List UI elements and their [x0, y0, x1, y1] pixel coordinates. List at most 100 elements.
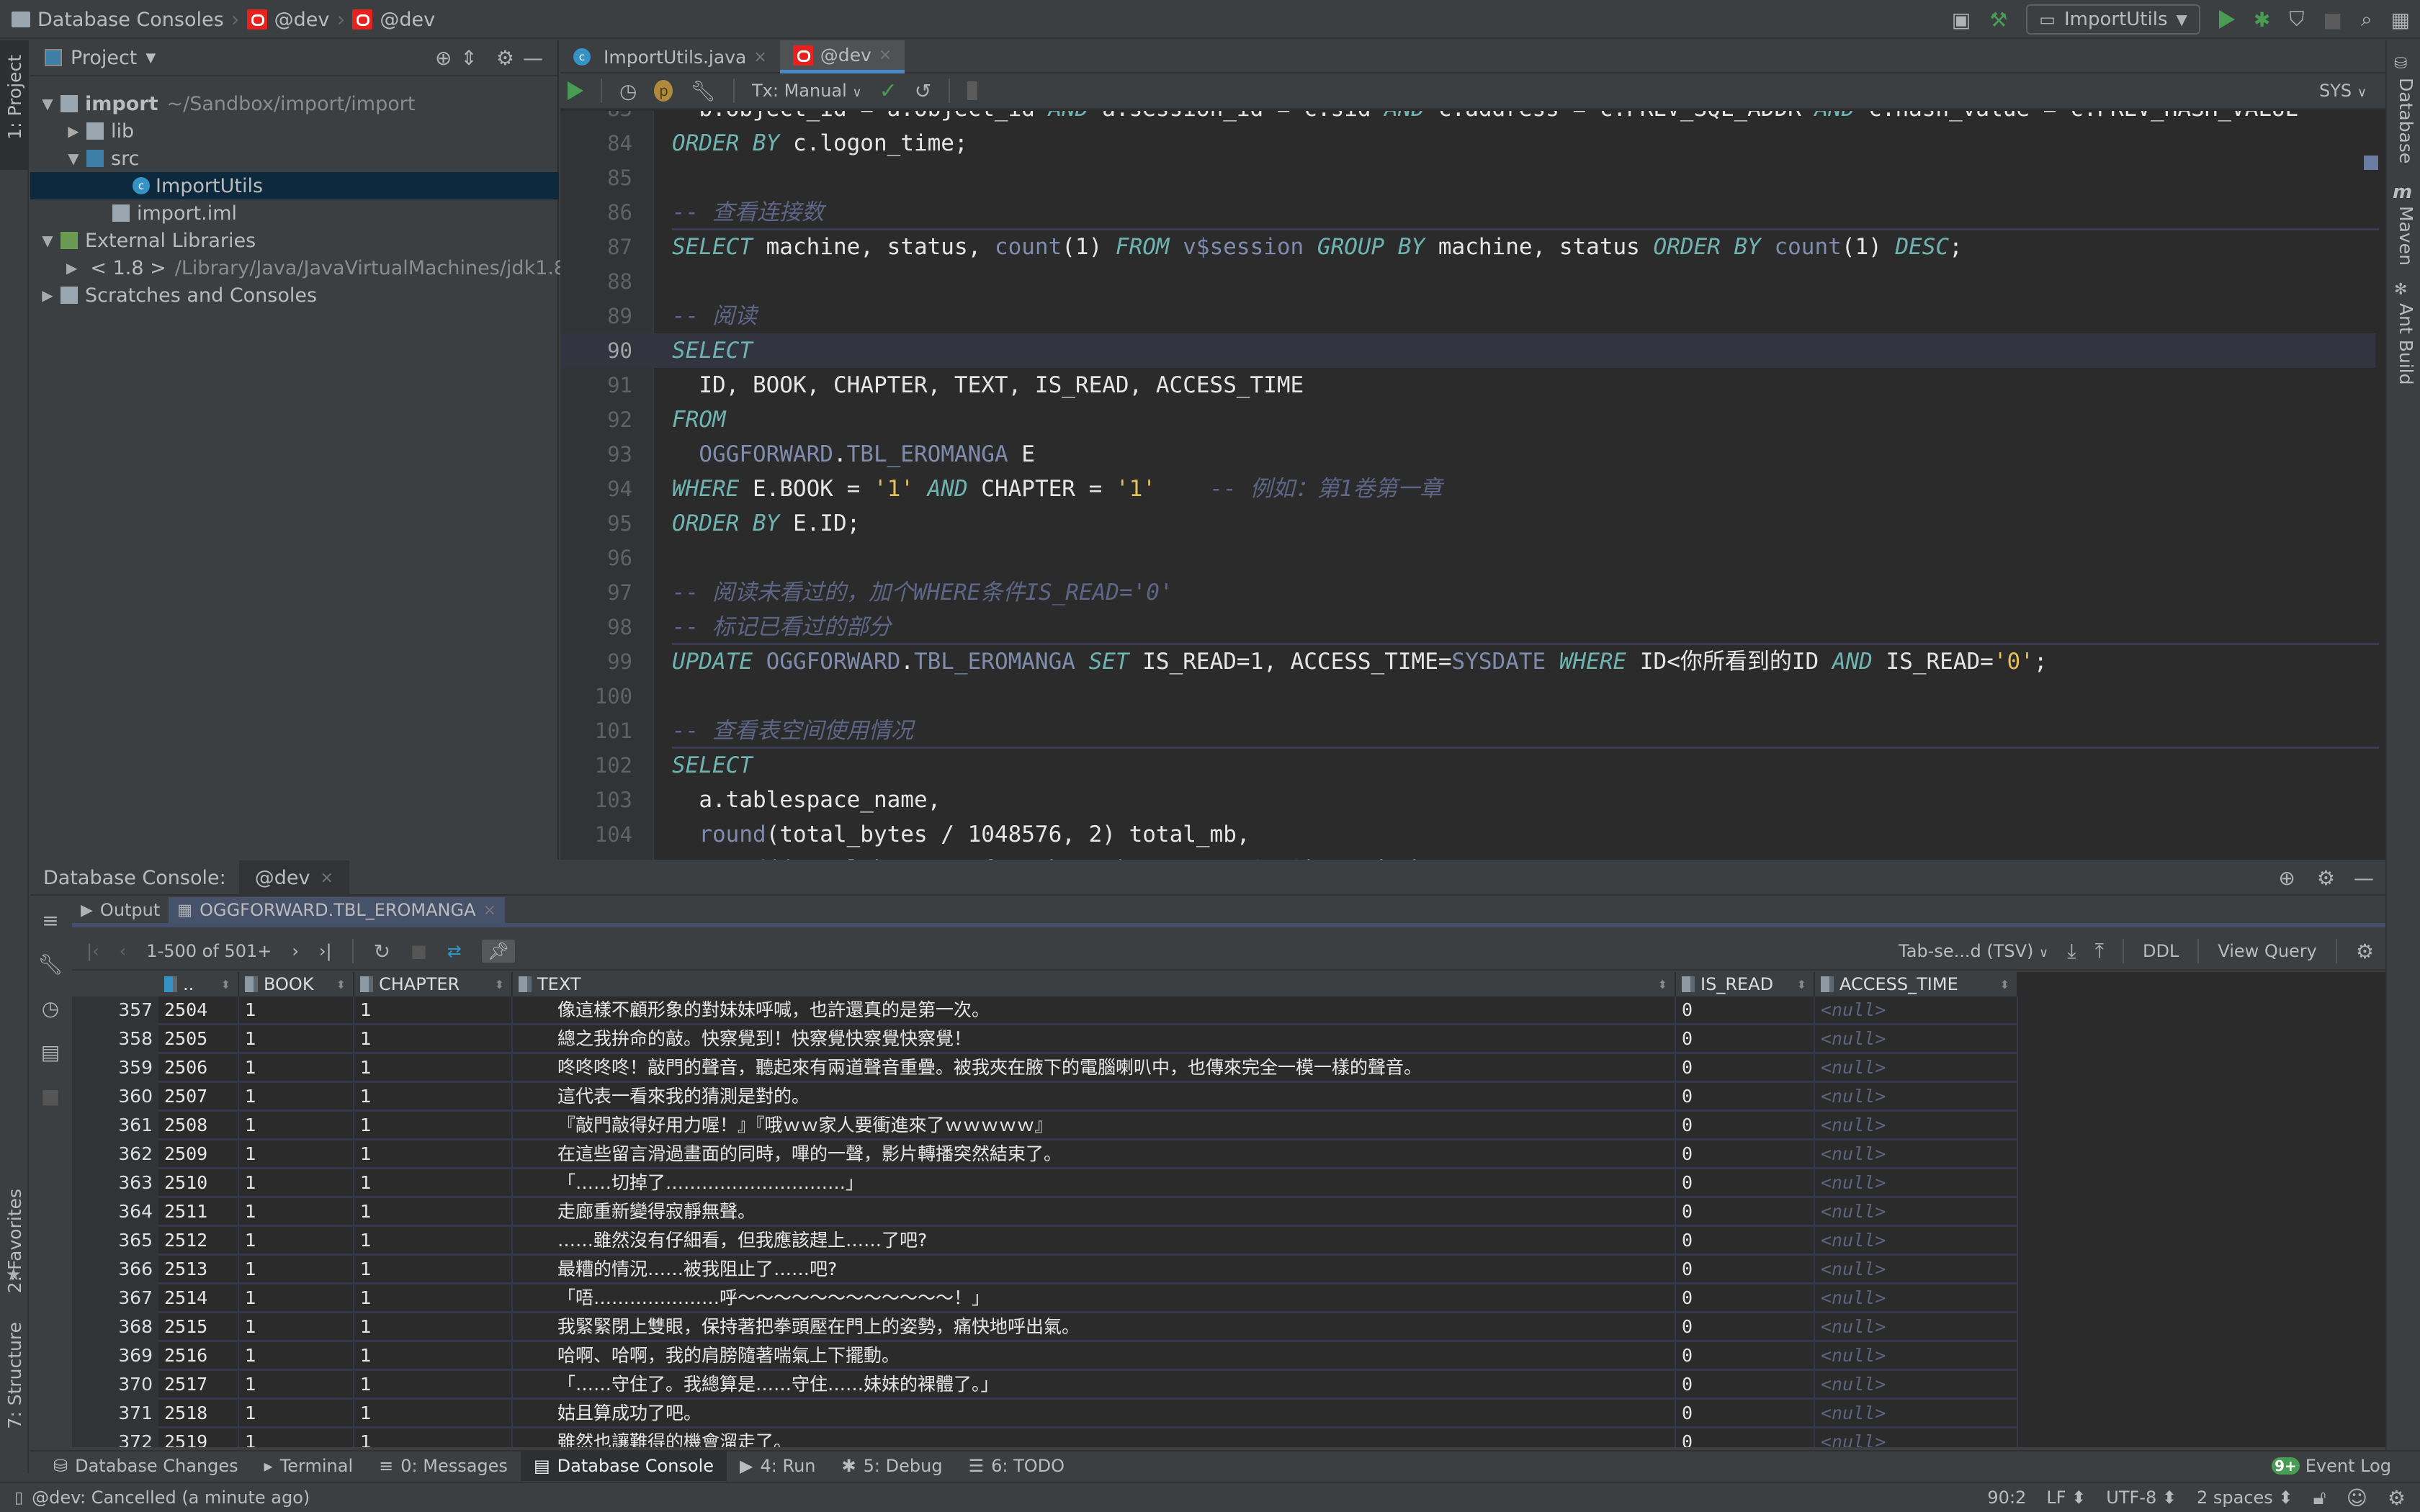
table-cell[interactable]: 1 [354, 1112, 513, 1140]
table-cell[interactable]: 1 [239, 1083, 354, 1112]
table-cell[interactable]: 0 [1676, 1140, 1815, 1169]
table-cell[interactable]: 在這些留言滑過畫面的同時，嗶的一聲，影片轉播突然結束了。 [513, 1140, 1676, 1169]
execute-icon[interactable] [568, 81, 583, 100]
history-icon[interactable]: ◷ [42, 996, 59, 1020]
code-line[interactable]: 87 SELECT machine, status, count(1) FROM … [560, 230, 2375, 264]
table-cell[interactable]: 1 [239, 1169, 354, 1198]
gear-icon[interactable]: ⚙ [2317, 866, 2335, 890]
locate-icon[interactable]: ⊕ [435, 46, 452, 70]
compare-icon[interactable]: ⇄ [447, 941, 462, 961]
line-separator-select[interactable]: LF ⬍ [2046, 1488, 2086, 1508]
column-header[interactable]: BOOK ⬍ [239, 972, 354, 996]
table-cell[interactable]: 這代表一看來我的猜測是對的。 [513, 1083, 1676, 1112]
result-grid[interactable]: .. ⬍ BOOK ⬍ CHAPTER ⬍ TEXT ⬍ IS_READ ⬍ ACCESS_TIME… [72, 972, 2385, 1447]
table-cell[interactable]: 0 [1676, 1284, 1815, 1313]
sort-icon[interactable]: ⬍ [221, 978, 230, 991]
breadcrumb-item[interactable]: Database Consoles [37, 9, 224, 31]
view-query-button[interactable]: View Query [2218, 941, 2317, 961]
collapse-all-icon[interactable]: ⇕ [460, 46, 477, 70]
table-cell[interactable]: 1 [239, 1054, 354, 1083]
tab-dev-console[interactable]: @dev × [779, 40, 905, 73]
sort-icon[interactable]: ⬍ [2000, 978, 2009, 991]
table-cell[interactable]: 2519 [158, 1428, 239, 1447]
table-cell[interactable]: <null> [1815, 1371, 2018, 1400]
table-cell[interactable]: 0 [1676, 1371, 1815, 1400]
collapsed-arrow-icon[interactable]: ▶ [66, 122, 81, 140]
coverage-icon[interactable]: ⛉ [2289, 7, 2304, 32]
table-row[interactable]: 363 2510 1 1 「……切掉了…………………………」 0 <null> [72, 1169, 2018, 1198]
table-cell[interactable]: 1 [239, 1140, 354, 1169]
code-line[interactable]: 104 round(total_bytes / 1048576, 2) tota… [560, 817, 2375, 852]
table-cell[interactable]: <null> [1815, 1428, 2018, 1447]
tree-item[interactable]: import.iml [30, 199, 559, 227]
table-cell[interactable]: 1 [239, 1112, 354, 1140]
code-line[interactable]: 92 FROM [560, 402, 2375, 437]
table-cell[interactable]: 0 [1676, 1256, 1815, 1284]
table-cell[interactable]: 1 [239, 1342, 354, 1371]
table-cell[interactable]: <null> [1815, 1054, 2018, 1083]
tree-item[interactable]: c ImportUtils [30, 172, 559, 199]
table-cell[interactable]: 2511 [158, 1198, 239, 1227]
tab-importutils-java[interactable]: c ImportUtils.java × [560, 40, 780, 73]
table-cell[interactable]: <null> [1815, 1025, 2018, 1054]
chevron-down-icon[interactable]: ▼ [145, 50, 156, 66]
commit-check-icon[interactable]: ✓ [879, 78, 897, 104]
tree-item[interactable]: ▶ Scratches and Consoles [30, 282, 559, 309]
code-line[interactable]: 103 a.tablespace_name, [560, 783, 2375, 817]
soft-wrap-icon[interactable]: ≡ [42, 909, 58, 932]
tool-window-button[interactable]: ▸ Terminal [251, 1451, 366, 1481]
breadcrumb-item[interactable]: @dev [380, 9, 435, 31]
sort-icon[interactable]: ⬍ [1658, 978, 1667, 991]
sort-icon[interactable]: ⬍ [495, 978, 504, 991]
code-line[interactable]: 105 round((total_bytes - free_bytes) / 1… [560, 852, 2375, 860]
code-line[interactable]: 91 ID, BOOK, CHAPTER, TEXT, IS_READ, ACC… [560, 368, 2375, 402]
table-cell[interactable]: 0 [1676, 1054, 1815, 1083]
table-cell[interactable]: 2516 [158, 1342, 239, 1371]
table-row[interactable]: 371 2518 1 1 姑且算成功了吧。 0 <null> [72, 1400, 2018, 1428]
table-cell[interactable]: 「……守住了。我總算是……守住……妹妹的裸體了。」 [513, 1371, 1676, 1400]
ddl-button[interactable]: DDL [2143, 941, 2179, 961]
download-icon[interactable]: ⤓ [2067, 939, 2076, 963]
table-cell[interactable]: 「……切掉了…………………………」 [513, 1169, 1676, 1198]
table-cell[interactable]: <null> [1815, 1284, 2018, 1313]
table-cell[interactable]: 0 [1676, 1083, 1815, 1112]
table-cell[interactable]: <null> [1815, 1198, 2018, 1227]
indent-select[interactable]: 2 spaces ⬍ [2197, 1488, 2293, 1508]
last-page-icon[interactable]: ›| [319, 941, 332, 961]
table-cell[interactable]: <null> [1815, 1112, 2018, 1140]
rollback-icon[interactable]: ↺ [915, 79, 931, 103]
code-line[interactable]: 94 WHERE E.BOOK = '1' AND CHAPTER = '1' -… [560, 472, 2375, 506]
tree-item[interactable]: ▶ < 1.8 > /Library/Java/JavaVirtualMachine… [30, 254, 594, 282]
debug-icon[interactable]: ✱ [2254, 8, 2270, 32]
code-line[interactable]: 96 [560, 541, 2375, 575]
table-cell[interactable]: 0 [1676, 1169, 1815, 1198]
page-range-label[interactable]: 1-500 of 501+ [146, 941, 272, 961]
breadcrumb-item[interactable]: @dev [274, 9, 330, 31]
table-cell[interactable]: 2504 [158, 996, 239, 1025]
ant-build-tool-button[interactable]: Ant Build [2396, 303, 2416, 384]
tab-result-table[interactable]: ▦ OGGFORWARD.TBL_EROMANGA × [169, 897, 505, 923]
table-cell[interactable]: 走廊重新變得寂靜無聲。 [513, 1198, 1676, 1227]
table-cell[interactable]: 1 [239, 1198, 354, 1227]
table-cell[interactable]: 1 [239, 1428, 354, 1447]
table-cell[interactable]: 2515 [158, 1313, 239, 1342]
table-cell[interactable]: 最糟的情況……被我阻止了……吧? [513, 1256, 1676, 1284]
run-configuration-select[interactable]: ▭ ImportUtils ▼ [2026, 4, 2200, 35]
table-row[interactable]: 357 2504 1 1 像這樣不顧形象的對妹妹呼喊，也許還真的是第一次。 0 <null> [72, 996, 2018, 1025]
hide-icon[interactable]: — [2354, 866, 2374, 890]
table-cell[interactable]: 2507 [158, 1083, 239, 1112]
table-cell[interactable]: 0 [1676, 1342, 1815, 1371]
tree-item[interactable]: ▼ External Libraries [30, 227, 559, 254]
tool-window-button[interactable]: ☰ 6: TODO [956, 1451, 1077, 1481]
column-header[interactable]: CHAPTER ⬍ [354, 972, 513, 996]
table-cell[interactable]: <null> [1815, 1140, 2018, 1169]
table-cell[interactable]: <null> [1815, 996, 2018, 1025]
table-cell[interactable]: 0 [1676, 1025, 1815, 1054]
tree-item[interactable]: ▼ import ~/Sandbox/import/import [30, 90, 559, 117]
previous-page-icon[interactable]: ‹ [120, 941, 127, 961]
lock-open-icon[interactable]: 🔓︎ [2313, 1485, 2326, 1510]
close-icon[interactable]: × [879, 46, 892, 64]
table-cell[interactable]: <null> [1815, 1313, 2018, 1342]
table-cell[interactable]: 1 [354, 1169, 513, 1198]
table-cell[interactable]: 雖然也讓難得的機會溜走了。 [513, 1428, 1676, 1447]
